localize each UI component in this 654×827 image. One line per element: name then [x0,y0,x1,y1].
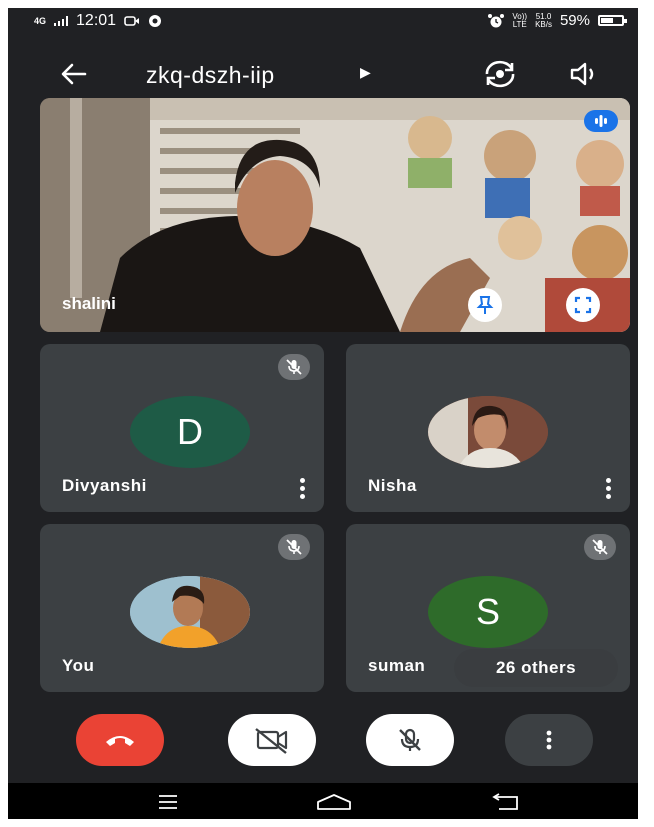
signal-icon [54,16,69,26]
lte-indicator: Vo)) LTE [512,11,528,29]
mic-off-icon [399,728,421,751]
participant-video [40,98,630,332]
network-type: 4G [34,15,47,26]
nav-back-button[interactable] [486,791,526,813]
phone-screen: 4G 12:01 Vo)) LTE 51.0 KB/s 59% zkq-dszh… [8,8,638,819]
battery-percent: 59% [559,12,590,29]
mic-off-icon [278,534,310,560]
participant-name: suman [368,656,426,675]
avatar [130,576,250,648]
fullscreen-button[interactable] [566,288,600,322]
mic-toggle-button[interactable] [366,714,454,766]
end-call-icon [106,736,134,746]
recent-apps-button[interactable] [148,791,188,813]
call-header: zkq-dszh-iip ▶ [8,48,638,98]
back-button[interactable] [54,54,94,94]
participant-tile[interactable]: D Divyanshi [40,344,324,512]
status-bar: 4G 12:01 Vo)) LTE 51.0 KB/s 59% [8,8,638,36]
participant-name: Nisha [368,476,417,495]
end-call-button[interactable] [76,714,164,766]
participant-tile[interactable]: You [40,524,324,692]
more-vertical-icon [546,730,552,750]
mic-off-icon [278,354,310,380]
back-icon [492,793,518,810]
participant-photo [130,576,250,648]
participant-name: You [62,656,95,675]
camera-off-icon [255,728,288,754]
more-options-icon[interactable] [300,478,306,499]
switch-camera-button[interactable] [480,54,520,94]
participant-photo [428,396,548,468]
arrow-left-icon [61,63,87,85]
home-button[interactable] [314,791,354,813]
participant-name: Divyanshi [62,476,147,495]
pin-icon [476,296,494,314]
main-participant-tile[interactable]: shalini [40,98,630,332]
main-participant-name: shalini [62,294,116,313]
avatar [428,396,548,468]
speaker-icon [570,62,594,86]
screen-record-icon [124,16,140,26]
data-speed: 51.0 KB/s [535,11,552,29]
alarm-icon [488,13,505,27]
speaking-indicator-icon [584,110,618,132]
pin-button[interactable] [468,288,502,322]
avatar: S [428,576,548,648]
home-icon [317,794,351,810]
mic-off-icon [584,534,616,560]
status-time: 12:01 [76,12,117,29]
participant-tile[interactable]: Nisha [346,344,630,512]
more-options-icon[interactable] [606,478,612,499]
battery-icon [598,15,627,26]
system-nav-bar [8,783,638,819]
more-options-button[interactable] [505,714,593,766]
switch-camera-icon [485,60,515,88]
fullscreen-icon [574,296,592,314]
menu-icon [159,795,177,809]
meeting-details-caret-icon[interactable]: ▶ [360,64,371,81]
camera-toggle-button[interactable] [228,714,316,766]
app-notification-icon [149,15,162,27]
others-participants-button[interactable]: 26 others [454,649,618,687]
meeting-code[interactable]: zkq-dszh-iip [146,62,275,89]
audio-output-button[interactable] [564,54,604,94]
avatar: D [130,396,250,468]
